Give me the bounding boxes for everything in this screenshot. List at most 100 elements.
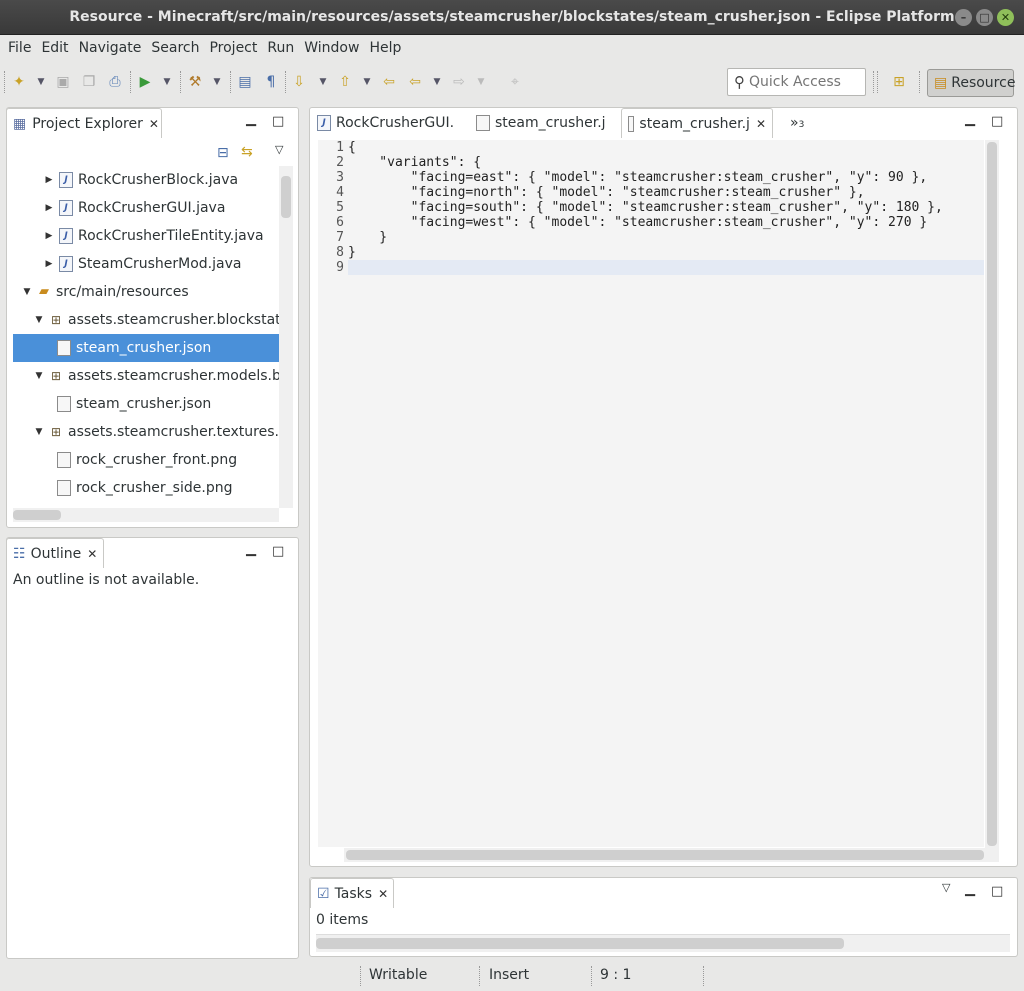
cursor-position: 9 : 1: [600, 967, 632, 983]
editor-horizontal-scrollbar[interactable]: [344, 848, 999, 862]
project-tree: ▶ J RockCrusherBlock.java ▶ J RockCrusherGUI…: [13, 166, 279, 506]
show-whitespace-icon[interactable]: ¶: [262, 73, 280, 91]
open-perspective-icon[interactable]: ⊞: [890, 73, 908, 91]
menu-navigate[interactable]: Navigate: [74, 35, 147, 61]
scrollbar-thumb[interactable]: [346, 850, 984, 860]
tree-item[interactable]: ▶ J SteamCrusherMod.java: [43, 250, 241, 278]
tree-item-selected[interactable]: steam_crusher.json: [13, 334, 279, 362]
maximize-icon[interactable]: □: [991, 884, 1003, 899]
last-edit-location-icon[interactable]: ⇦: [380, 73, 398, 91]
tree-item[interactable]: ▶ J RockCrusherBlock.java: [43, 166, 238, 194]
back-icon[interactable]: ⇦: [406, 73, 424, 91]
minimize-icon[interactable]: ▁: [965, 882, 975, 897]
view-menu-icon[interactable]: ▽: [275, 143, 283, 156]
minimize-icon[interactable]: ▁: [246, 542, 256, 557]
scrollbar-thumb[interactable]: [281, 176, 291, 218]
tab-label: RockCrusherGUI.: [336, 115, 455, 131]
tree-item[interactable]: rock_crusher_front.png: [57, 446, 237, 474]
next-annotation-dropdown-icon[interactable]: ▼: [314, 73, 332, 91]
menu-help[interactable]: Help: [364, 35, 406, 61]
tree-item[interactable]: ▶ J RockCrusherGUI.java: [43, 194, 225, 222]
explorer-horizontal-scrollbar[interactable]: [13, 508, 279, 522]
previous-annotation-dropdown-icon[interactable]: ▼: [358, 73, 376, 91]
quick-access-field[interactable]: ⚲: [727, 68, 866, 96]
expand-icon[interactable]: ▶: [43, 222, 55, 250]
collapse-icon[interactable]: ▼: [33, 306, 45, 334]
pin-editor-icon[interactable]: ⌖: [506, 73, 524, 91]
collapse-all-icon[interactable]: ⊟: [217, 145, 229, 161]
tab-label: Outline: [30, 545, 82, 562]
overflow-count: 3: [798, 120, 805, 130]
close-window-button[interactable]: ✕: [997, 9, 1014, 26]
tab-tasks[interactable]: ☑ Tasks ✕: [310, 878, 394, 908]
new-dropdown-icon[interactable]: ▼: [32, 73, 50, 91]
tree-item[interactable]: ▼ ⊞ assets.steamcrusher.models.bloc: [33, 362, 279, 390]
save-all-icon[interactable]: ❐: [80, 73, 98, 91]
tasks-scrollbar-thumb[interactable]: [316, 938, 844, 949]
close-icon[interactable]: ✕: [149, 117, 159, 131]
collapse-icon[interactable]: ▼: [33, 418, 45, 446]
close-icon[interactable]: ✕: [378, 887, 388, 901]
print-icon[interactable]: ⎙: [106, 73, 124, 91]
menu-window[interactable]: Window: [299, 35, 364, 61]
tree-item[interactable]: steam_crusher.json: [57, 390, 211, 418]
tab-project-explorer[interactable]: ▦ Project Explorer ✕: [6, 108, 162, 138]
view-menu-icon[interactable]: ▽: [942, 881, 950, 894]
tree-item[interactable]: ▼ ⊞ assets.steamcrusher.blockstates: [33, 306, 279, 334]
close-icon[interactable]: ✕: [756, 117, 766, 131]
maximize-window-button[interactable]: □: [976, 9, 993, 26]
expand-icon[interactable]: ▶: [43, 166, 55, 194]
tab-steam-crusher-blockstates[interactable]: steam_crusher.j ✕: [621, 108, 773, 138]
close-icon[interactable]: ✕: [87, 547, 97, 561]
menu-search[interactable]: Search: [146, 35, 204, 61]
next-annotation-icon[interactable]: ⇩: [290, 73, 308, 91]
toggle-block-selection-icon[interactable]: ▤: [236, 73, 254, 91]
expand-icon[interactable]: ▶: [43, 194, 55, 222]
java-file-icon: J: [317, 115, 331, 131]
minimize-icon[interactable]: ▁: [965, 112, 975, 127]
collapse-icon[interactable]: ▼: [21, 278, 33, 306]
tab-rockcrushergui[interactable]: J RockCrusherGUI.: [311, 108, 461, 138]
status-bar: Writable Insert 9 : 1: [0, 962, 1024, 991]
editor-vertical-scrollbar[interactable]: [985, 140, 999, 848]
previous-annotation-icon[interactable]: ⇧: [336, 73, 354, 91]
minimize-icon[interactable]: ▁: [246, 112, 256, 127]
status-separator: [360, 966, 361, 986]
toolbar-separator: [873, 71, 874, 93]
menu-edit[interactable]: Edit: [36, 35, 73, 61]
tab-overflow-button[interactable]: »3: [790, 115, 804, 131]
tab-steam-crusher-models[interactable]: steam_crusher.j: [470, 108, 620, 138]
code-editor[interactable]: 1{ 2 "variants": { 3 "facing=east": { "m…: [318, 140, 984, 847]
external-tools-icon[interactable]: ⚒: [186, 73, 204, 91]
link-with-editor-icon[interactable]: ⇆: [241, 144, 253, 160]
explorer-vertical-scrollbar[interactable]: [279, 166, 293, 508]
external-tools-dropdown-icon[interactable]: ▼: [208, 73, 226, 91]
tree-item[interactable]: ▼ ▰ src/main/resources: [21, 278, 189, 306]
tree-item[interactable]: ▼ ⊞ assets.steamcrusher.textures.blo: [33, 418, 279, 446]
save-icon[interactable]: ▣: [54, 73, 72, 91]
run-dropdown-icon[interactable]: ▼: [158, 73, 176, 91]
tab-outline[interactable]: ☷ Outline ✕: [6, 538, 104, 568]
menu-file[interactable]: File: [3, 35, 36, 61]
forward-dropdown-icon[interactable]: ▼: [472, 73, 490, 91]
expand-icon[interactable]: ▶: [43, 250, 55, 278]
menu-project[interactable]: Project: [204, 35, 262, 61]
outline-message: An outline is not available.: [13, 572, 200, 588]
run-icon[interactable]: ▶: [136, 73, 154, 91]
menu-run[interactable]: Run: [262, 35, 299, 61]
maximize-icon[interactable]: □: [991, 114, 1003, 129]
scrollbar-thumb[interactable]: [13, 510, 61, 520]
tree-item[interactable]: rock_crusher_side.png: [57, 474, 232, 502]
back-dropdown-icon[interactable]: ▼: [428, 73, 446, 91]
scrollbar-thumb[interactable]: [987, 142, 997, 846]
tree-item[interactable]: ▶ J RockCrusherTileEntity.java: [43, 222, 264, 250]
maximize-icon[interactable]: □: [272, 114, 284, 129]
minimize-window-button[interactable]: –: [955, 9, 972, 26]
collapse-icon[interactable]: ▼: [33, 362, 45, 390]
quick-access-input[interactable]: [745, 73, 855, 91]
forward-icon[interactable]: ⇨: [450, 73, 468, 91]
resource-perspective-button[interactable]: ▤ Resource: [927, 69, 1015, 97]
new-icon[interactable]: ✦: [10, 73, 28, 91]
maximize-icon[interactable]: □: [272, 544, 284, 559]
tab-label: Tasks: [334, 885, 373, 902]
